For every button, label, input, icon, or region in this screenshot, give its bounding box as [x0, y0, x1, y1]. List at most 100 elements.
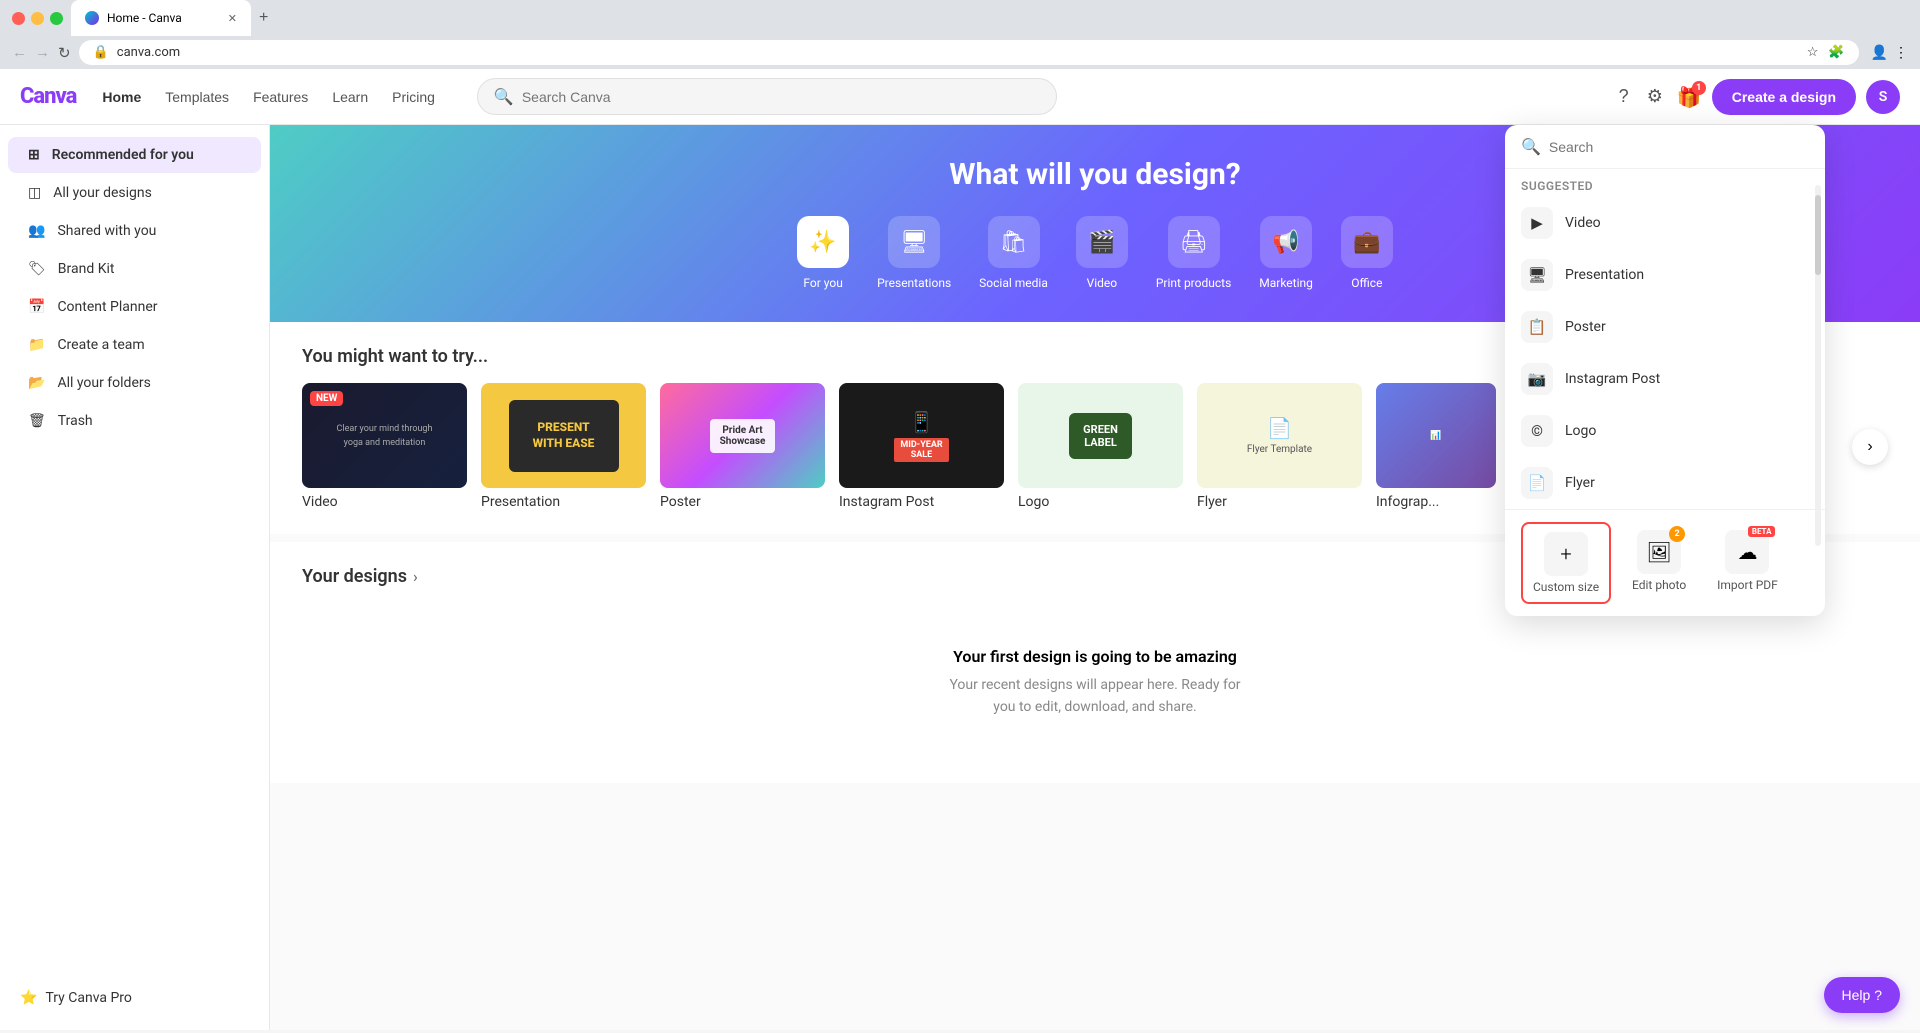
sidebar-item-shared[interactable]: 👥 Shared with you: [8, 213, 261, 249]
hero-icon-office[interactable]: 💼 Office: [1341, 216, 1393, 290]
dropdown-item-instagram[interactable]: 📷 Instagram Post: [1505, 353, 1825, 405]
social-icon: 🛍: [1000, 230, 1028, 255]
designs-arrow-icon[interactable]: ›: [413, 567, 418, 586]
profile-icon[interactable]: 👤: [1871, 45, 1888, 61]
sidebar-item-trash[interactable]: 🗑 Trash: [8, 403, 261, 439]
gifts-btn[interactable]: 🎁 1: [1677, 85, 1702, 109]
nav-learn[interactable]: Learn: [322, 83, 378, 111]
avatar[interactable]: S: [1866, 80, 1900, 114]
star-icon: ⭐: [20, 990, 37, 1006]
sidebar-item-all-designs[interactable]: ◫ All your designs: [8, 175, 261, 211]
sidebar-item-all-folders[interactable]: 📂 All your folders: [8, 365, 261, 401]
brand-label: Brand Kit: [58, 261, 115, 277]
all-designs-icon: ◫: [28, 185, 41, 201]
minimize-btn[interactable]: [31, 12, 44, 25]
create-team-icon: 📁: [28, 337, 45, 353]
refresh-btn[interactable]: ↻: [58, 44, 71, 62]
new-badge: NEW: [310, 391, 343, 406]
tab-close-icon[interactable]: ✕: [228, 12, 237, 25]
card-infographic[interactable]: 📊 Infograp...: [1376, 383, 1496, 510]
sidebar: ⊞ Recommended for you ◫ All your designs…: [0, 125, 270, 1030]
try-pro-label: Try Canva Pro: [45, 990, 131, 1006]
create-team-label: Create a team: [57, 337, 144, 353]
hero-title: What will you design?: [949, 157, 1240, 192]
card-video[interactable]: NEW Clear your mind through yoga and med…: [302, 383, 467, 510]
hero-icon-presentations[interactable]: 🖥 Presentations: [877, 216, 951, 290]
browser-tab[interactable]: Home - Canva ✕: [71, 0, 251, 36]
poster-item-icon: 📋: [1521, 311, 1553, 343]
sidebar-item-recommended[interactable]: ⊞ Recommended for you: [8, 137, 261, 173]
card-poster-label: Poster: [660, 494, 825, 510]
recommended-label: Recommended for you: [52, 147, 194, 163]
sidebar-item-brand[interactable]: 🏷 Brand Kit: [8, 251, 261, 287]
help-icon-btn[interactable]: ?: [1615, 82, 1633, 111]
dropdown-item-logo[interactable]: © Logo: [1505, 405, 1825, 457]
url-text: canva.com: [117, 45, 180, 60]
presentation-item-icon: 🖥: [1521, 259, 1553, 291]
hero-icon-video[interactable]: 🎬 Video: [1076, 216, 1128, 290]
video-icon: 🎬: [1088, 230, 1115, 255]
card-video-label: Video: [302, 494, 467, 510]
help-button[interactable]: Help ?: [1824, 977, 1900, 1013]
marketing-label: Marketing: [1259, 276, 1313, 290]
notification-badge: 1: [1692, 81, 1706, 95]
card-instagram[interactable]: 📱 MID-YEARSALE Instagram Post: [839, 383, 1004, 510]
hero-icon-for-you[interactable]: ✨ For you: [797, 216, 849, 290]
try-pro-section[interactable]: ⭐ Try Canva Pro: [0, 978, 269, 1018]
dropdown-import-pdf[interactable]: ☁ BETA Import PDF: [1707, 522, 1788, 604]
office-label: Office: [1351, 276, 1382, 290]
sidebar-item-content-planner[interactable]: 📅 Content Planner: [8, 289, 261, 325]
logo[interactable]: Canva: [20, 84, 76, 109]
card-presentation[interactable]: PRESENTWITH EASE Presentation: [481, 383, 646, 510]
print-icon: 🖨: [1180, 230, 1208, 255]
cards-next-arrow[interactable]: ›: [1852, 429, 1888, 465]
presentations-label: Presentations: [877, 276, 951, 290]
back-btn[interactable]: ←: [12, 44, 27, 61]
forward-btn[interactable]: →: [35, 44, 50, 61]
dropdown-item-presentation[interactable]: 🖥 Presentation: [1505, 249, 1825, 301]
hero-icon-marketing[interactable]: 📢 Marketing: [1259, 216, 1313, 290]
dropdown-search-input[interactable]: [1549, 139, 1809, 155]
sidebar-item-create-team[interactable]: 📁 Create a team: [8, 327, 261, 363]
settings-icon-btn[interactable]: ⚙: [1643, 82, 1667, 111]
search-bar[interactable]: 🔍: [477, 78, 1057, 115]
import-pdf-label: Import PDF: [1717, 578, 1778, 592]
menu-icon[interactable]: ⋮: [1894, 45, 1908, 61]
marketing-icon: 📢: [1272, 230, 1299, 255]
hero-icon-social[interactable]: 🛍 Social media: [979, 216, 1048, 290]
dropdown-item-poster[interactable]: 📋 Poster: [1505, 301, 1825, 353]
card-flyer-label: Flyer: [1197, 494, 1362, 510]
card-logo[interactable]: GREENLABEL Logo: [1018, 383, 1183, 510]
nav-features[interactable]: Features: [243, 83, 318, 111]
card-presentation-label: Presentation: [481, 494, 646, 510]
search-input[interactable]: [522, 89, 1040, 105]
card-infographic-label: Infograp...: [1376, 494, 1496, 510]
top-nav: Canva Home Templates Features Learn Pric…: [0, 69, 1920, 125]
nav-templates[interactable]: Templates: [155, 83, 239, 111]
edit-photo-label: Edit photo: [1632, 578, 1686, 592]
dropdown-item-video[interactable]: ▶ Video: [1505, 197, 1825, 249]
create-design-btn[interactable]: Create a design: [1712, 79, 1856, 115]
logo-item-icon: ©: [1521, 415, 1553, 447]
presentations-icon: 🖥: [900, 230, 928, 255]
hero-icon-print[interactable]: 🖨 Print products: [1156, 216, 1231, 290]
app: Canva Home Templates Features Learn Pric…: [0, 69, 1920, 1030]
bookmark-icon[interactable]: ☆: [1807, 45, 1819, 60]
card-flyer[interactable]: 📄 Flyer Template Flyer: [1197, 383, 1362, 510]
for-you-label: For you: [803, 276, 842, 290]
nav-pricing[interactable]: Pricing: [382, 83, 445, 111]
card-poster[interactable]: Pride Art Showcase Poster: [660, 383, 825, 510]
content-planner-label: Content Planner: [57, 299, 157, 315]
nav-home[interactable]: Home: [92, 83, 151, 111]
all-designs-label: All your designs: [53, 185, 152, 201]
extensions-icon[interactable]: 🧩: [1828, 45, 1844, 60]
dropdown-edit-photo[interactable]: 🖼 2 Edit photo: [1619, 522, 1699, 604]
content-planner-icon: 📅: [28, 299, 45, 315]
dropdown-item-flyer[interactable]: 📄 Flyer: [1505, 457, 1825, 509]
dropdown-custom-size[interactable]: + Custom size: [1521, 522, 1611, 604]
shared-icon: 👥: [28, 223, 45, 239]
maximize-btn[interactable]: [50, 12, 63, 25]
new-tab-btn[interactable]: +: [259, 9, 268, 27]
address-bar[interactable]: 🔒 canva.com ☆ 🧩: [79, 40, 1859, 65]
close-btn[interactable]: [12, 12, 25, 25]
